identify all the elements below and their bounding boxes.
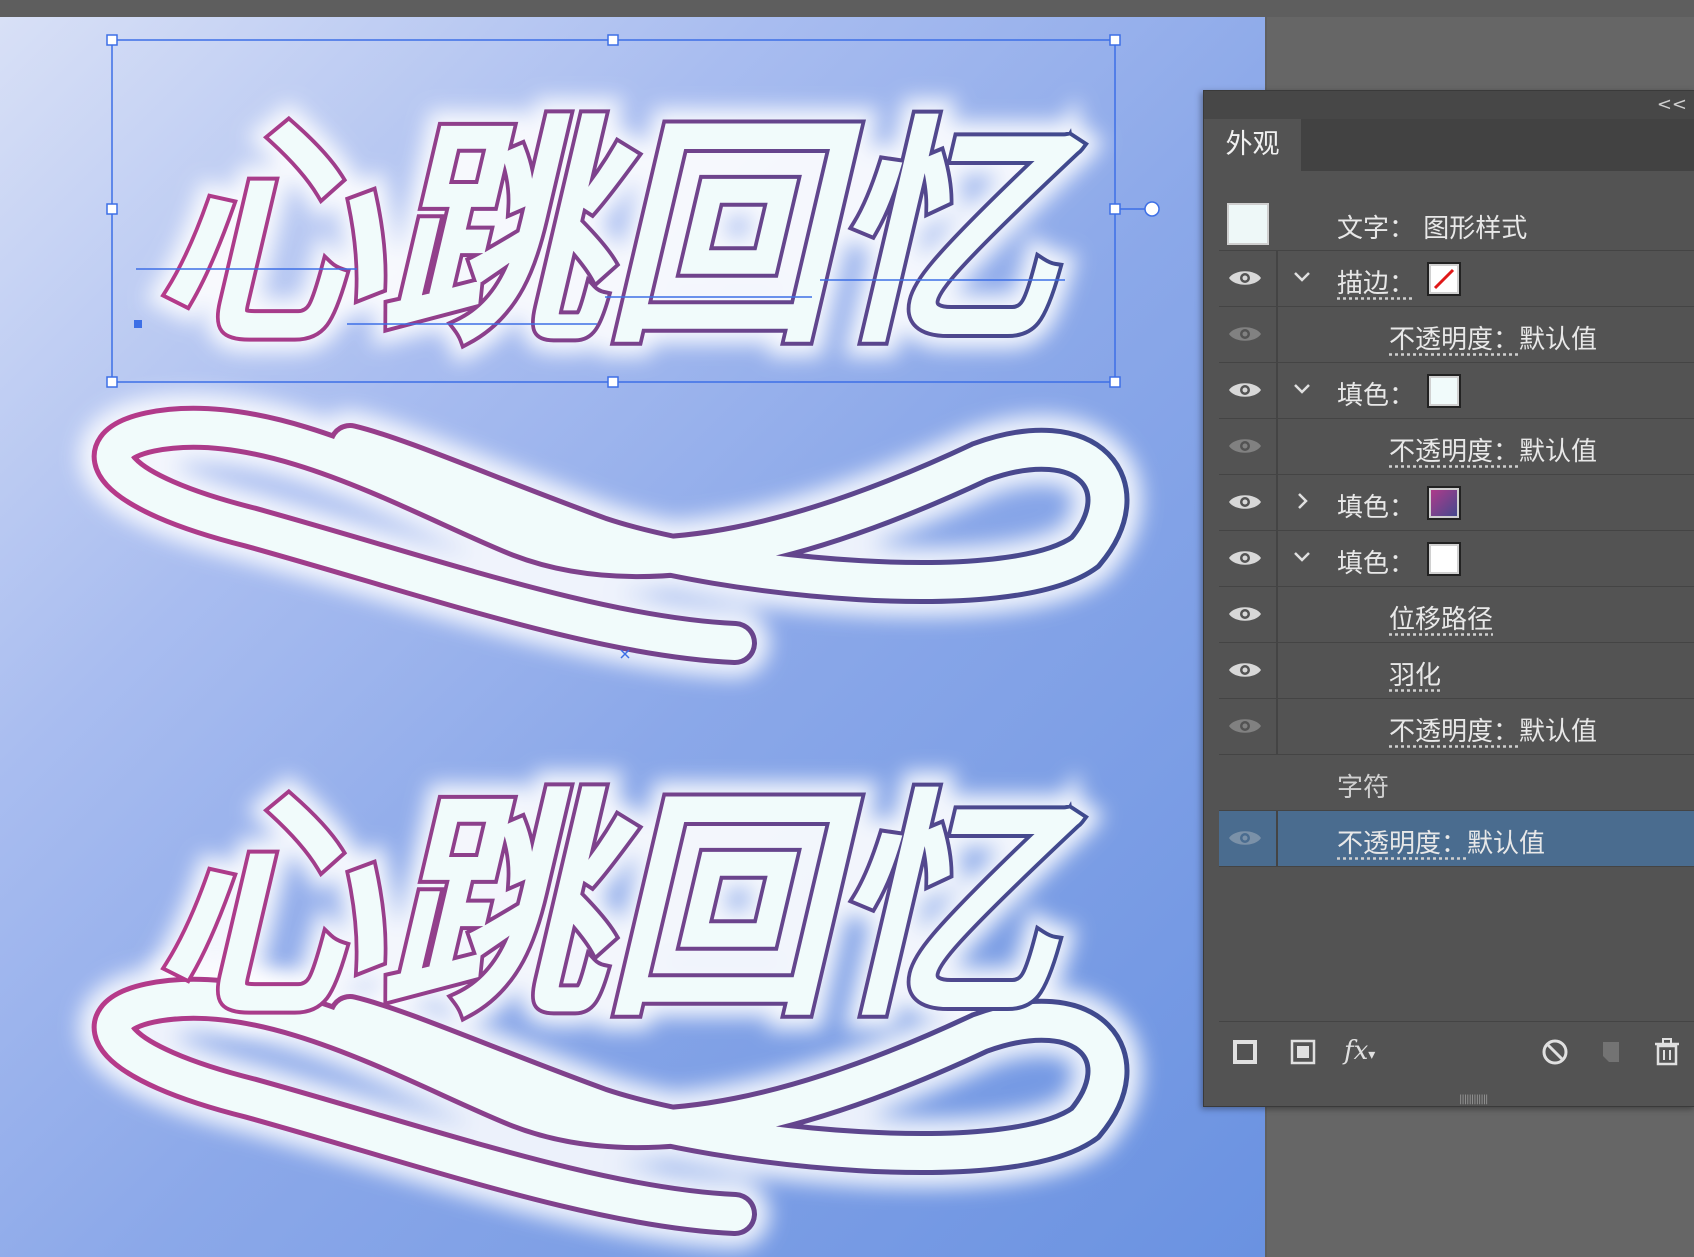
appearance-row-stroke[interactable]: 描边： xyxy=(1219,251,1694,307)
appearance-panel[interactable]: << 外观 文字： 图形样式 描边： 不透明度：默认值 填色： 不透明度：默认值… xyxy=(1203,90,1694,1107)
resize-handle-bc[interactable] xyxy=(607,376,619,388)
row-divider xyxy=(1276,811,1278,867)
anchor-point[interactable] xyxy=(134,320,142,328)
fill-label[interactable]: 填色： xyxy=(1337,543,1415,580)
offset-path-effect-link[interactable]: 位移路径 xyxy=(1389,599,1493,636)
fx-label: fx xyxy=(1344,1036,1369,1066)
appearance-row-stroke-opacity[interactable]: 不透明度：默认值 xyxy=(1219,307,1694,363)
fill-swatch-light[interactable] xyxy=(1427,374,1461,408)
add-new-stroke-icon[interactable] xyxy=(1229,1036,1261,1068)
resize-handle-tr[interactable] xyxy=(1109,34,1121,46)
stroke-swatch-none[interactable] xyxy=(1427,262,1461,296)
window-top-edge xyxy=(0,0,1694,17)
visibility-eye-icon[interactable] xyxy=(1227,265,1263,291)
panel-tab-bar: 外观 xyxy=(1204,119,1694,171)
artwork-canvas[interactable]: 心跳回忆 心跳回忆 心跳回忆 心跳回忆 xyxy=(0,17,1265,1257)
appearance-row-feather[interactable]: 羽化 xyxy=(1219,643,1694,699)
opacity-label[interactable]: 不透明度：默认值 xyxy=(1389,711,1597,748)
resize-handle-mr[interactable] xyxy=(1109,203,1121,215)
resize-handle-ml[interactable] xyxy=(106,203,118,215)
row-divider xyxy=(1276,699,1278,755)
artwork-title-top[interactable]: 心跳回忆 xyxy=(151,90,1088,380)
chevron-down-icon[interactable] xyxy=(1290,375,1314,403)
resize-handle-bl[interactable] xyxy=(106,376,118,388)
row-divider xyxy=(1276,419,1278,475)
resize-handle-tc[interactable] xyxy=(607,34,619,46)
chevron-down-icon[interactable] xyxy=(1290,543,1314,571)
row-divider xyxy=(1276,643,1278,699)
opacity-label[interactable]: 不透明度：默认值 xyxy=(1389,319,1597,356)
fill-swatch-gradient[interactable] xyxy=(1427,486,1461,520)
visibility-eye-icon[interactable] xyxy=(1227,377,1263,403)
artwork-group-top[interactable]: 心跳回忆 心跳回忆 xyxy=(79,79,1143,678)
row-divider xyxy=(1276,363,1278,419)
fill-swatch-white[interactable] xyxy=(1427,542,1461,576)
appearance-header-row[interactable]: 文字： 图形样式 xyxy=(1219,196,1694,251)
opacity-label[interactable]: 不透明度：默认值 xyxy=(1389,431,1597,468)
resize-grip[interactable]: |||||||||||| xyxy=(1459,1094,1499,1105)
artwork-title-bottom[interactable]: 心跳回忆 xyxy=(151,763,1088,1053)
appearance-row-fill-opacity[interactable]: 不透明度：默认值 xyxy=(1219,419,1694,475)
chevron-down-icon[interactable] xyxy=(1290,263,1314,291)
row-divider xyxy=(1276,475,1278,531)
characters-label[interactable]: 字符 xyxy=(1337,767,1389,804)
resize-handle-br[interactable] xyxy=(1109,376,1121,388)
visibility-eye-icon[interactable] xyxy=(1227,321,1263,347)
rotate-handle[interactable] xyxy=(1144,201,1160,217)
fill-label[interactable]: 填色： xyxy=(1337,375,1415,412)
object-type-label: 文字： 图形样式 xyxy=(1337,214,1528,244)
visibility-eye-icon[interactable] xyxy=(1227,545,1263,571)
fx-icon[interactable]: fx▾ xyxy=(1344,1036,1388,1068)
appearance-row-offset-path[interactable]: 位移路径 xyxy=(1219,587,1694,643)
clear-appearance-icon[interactable] xyxy=(1539,1036,1571,1068)
opacity-label[interactable]: 不透明度：默认值 xyxy=(1337,823,1545,860)
appearance-list: 文字： 图形样式 描边： 不透明度：默认值 填色： 不透明度：默认值 填色： 填… xyxy=(1219,196,1694,867)
visibility-eye-icon[interactable] xyxy=(1227,825,1263,851)
collapse-panel-button[interactable]: << xyxy=(1657,94,1687,115)
add-new-fill-icon[interactable] xyxy=(1287,1036,1319,1068)
visibility-eye-icon[interactable] xyxy=(1227,433,1263,459)
chevron-right-icon[interactable] xyxy=(1290,487,1314,515)
row-divider xyxy=(1276,531,1278,587)
panel-title-bar[interactable]: << xyxy=(1204,91,1694,119)
row-divider xyxy=(1276,587,1278,643)
appearance-row-fill[interactable]: 填色： xyxy=(1219,363,1694,419)
panel-footer-toolbar: fx▾ |||||||||||| xyxy=(1219,1021,1694,1105)
resize-handle-tl[interactable] xyxy=(106,34,118,46)
tab-appearance[interactable]: 外观 xyxy=(1204,119,1301,171)
appearance-row-fill-white-opacity[interactable]: 不透明度：默认值 xyxy=(1219,699,1694,755)
graphic-style-thumbnail[interactable] xyxy=(1227,203,1269,245)
appearance-row-characters[interactable]: 字符 xyxy=(1219,755,1694,811)
row-divider xyxy=(1276,307,1278,363)
visibility-eye-icon[interactable] xyxy=(1227,489,1263,515)
graphic-style-label[interactable]: 图形样式 xyxy=(1423,214,1527,244)
stroke-label[interactable]: 描边： xyxy=(1337,263,1415,300)
appearance-row-object-opacity[interactable]: 不透明度：默认值 xyxy=(1219,811,1694,867)
feather-effect-link[interactable]: 羽化 xyxy=(1389,655,1441,692)
visibility-eye-icon[interactable] xyxy=(1227,713,1263,739)
artboard[interactable]: 心跳回忆 心跳回忆 心跳回忆 心跳回忆 xyxy=(0,17,1267,1257)
artwork-group-bottom[interactable]: 心跳回忆 心跳回忆 xyxy=(79,752,1143,1249)
visibility-eye-icon[interactable] xyxy=(1227,657,1263,683)
visibility-eye-icon[interactable] xyxy=(1227,601,1263,627)
duplicate-item-icon[interactable] xyxy=(1595,1036,1627,1068)
appearance-row-fill-white[interactable]: 填色： xyxy=(1219,531,1694,587)
row-divider xyxy=(1276,251,1278,307)
appearance-row-fill-gradient[interactable]: 填色： xyxy=(1219,475,1694,531)
fill-label[interactable]: 填色： xyxy=(1337,487,1415,524)
delete-icon[interactable] xyxy=(1651,1036,1683,1068)
